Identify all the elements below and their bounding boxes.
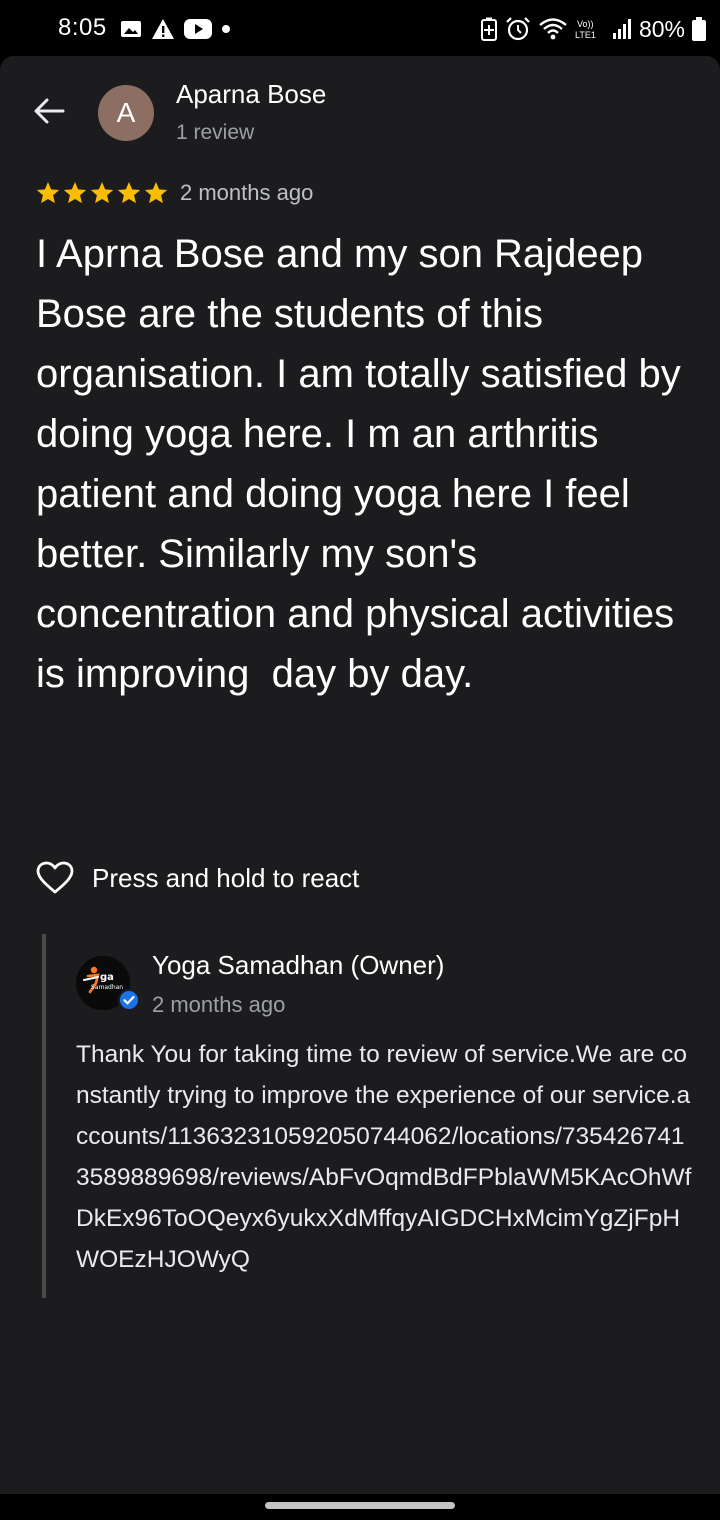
battery-saver-icon (480, 17, 497, 41)
home-indicator[interactable] (265, 1502, 455, 1509)
heart-outline-icon (36, 861, 74, 894)
arrow-left-icon (34, 98, 65, 124)
star-icon (144, 181, 168, 204)
verified-badge-icon (118, 989, 140, 1011)
status-time: 8:05 (58, 14, 107, 41)
review-detail-sheet: A Aparna Bose 1 review 2 months ago I Ap… (0, 56, 720, 1496)
reviewer-name[interactable]: Aparna Bose (176, 79, 326, 110)
svg-text:LTE1: LTE1 (575, 30, 596, 40)
star-icon (63, 181, 87, 204)
status-system-icons: Vo)) LTE1 80% (480, 14, 706, 44)
dot-icon (222, 25, 230, 33)
reviewer-avatar[interactable]: A (98, 85, 154, 141)
volte-icon: Vo)) LTE1 (575, 19, 596, 40)
react-label: Press and hold to react (92, 862, 360, 893)
star-rating (35, 180, 169, 206)
status-bar: 8:05 Vo)) LTE1 80% (0, 0, 720, 56)
owner-reply: ga Samadhan Yoga Samadhan (Owner) 2 mont… (42, 934, 692, 1298)
battery-icon (692, 17, 706, 41)
owner-name: Yoga Samadhan (Owner) (152, 950, 445, 980)
owner-reply-time: 2 months ago (152, 992, 286, 1017)
battery-percentage: 80% (638, 15, 685, 42)
svg-text:Vo)): Vo)) (577, 19, 594, 29)
gallery-icon (121, 21, 141, 37)
star-icon (90, 181, 114, 204)
alert-icon (152, 19, 174, 39)
star-icon (117, 181, 141, 204)
wifi-icon (539, 18, 567, 40)
alarm-icon (506, 17, 530, 41)
review-time: 2 months ago (180, 180, 314, 205)
owner-reply-text: Thank You for taking time to review of s… (76, 1041, 692, 1273)
status-notification-icons (120, 17, 231, 41)
react-button[interactable]: Press and hold to react (36, 856, 359, 900)
review-text: I Aprna Bose and my son Rajdeep Bose are… (36, 232, 692, 696)
navigation-bar (0, 1494, 720, 1520)
star-icon (36, 181, 60, 204)
signal-icon (612, 19, 631, 39)
youtube-icon (184, 19, 212, 39)
owner-logo-text: ga (100, 972, 114, 983)
avatar-letter: A (116, 97, 136, 128)
back-button[interactable] (28, 90, 70, 132)
reviewer-review-count: 1 review (176, 121, 255, 144)
